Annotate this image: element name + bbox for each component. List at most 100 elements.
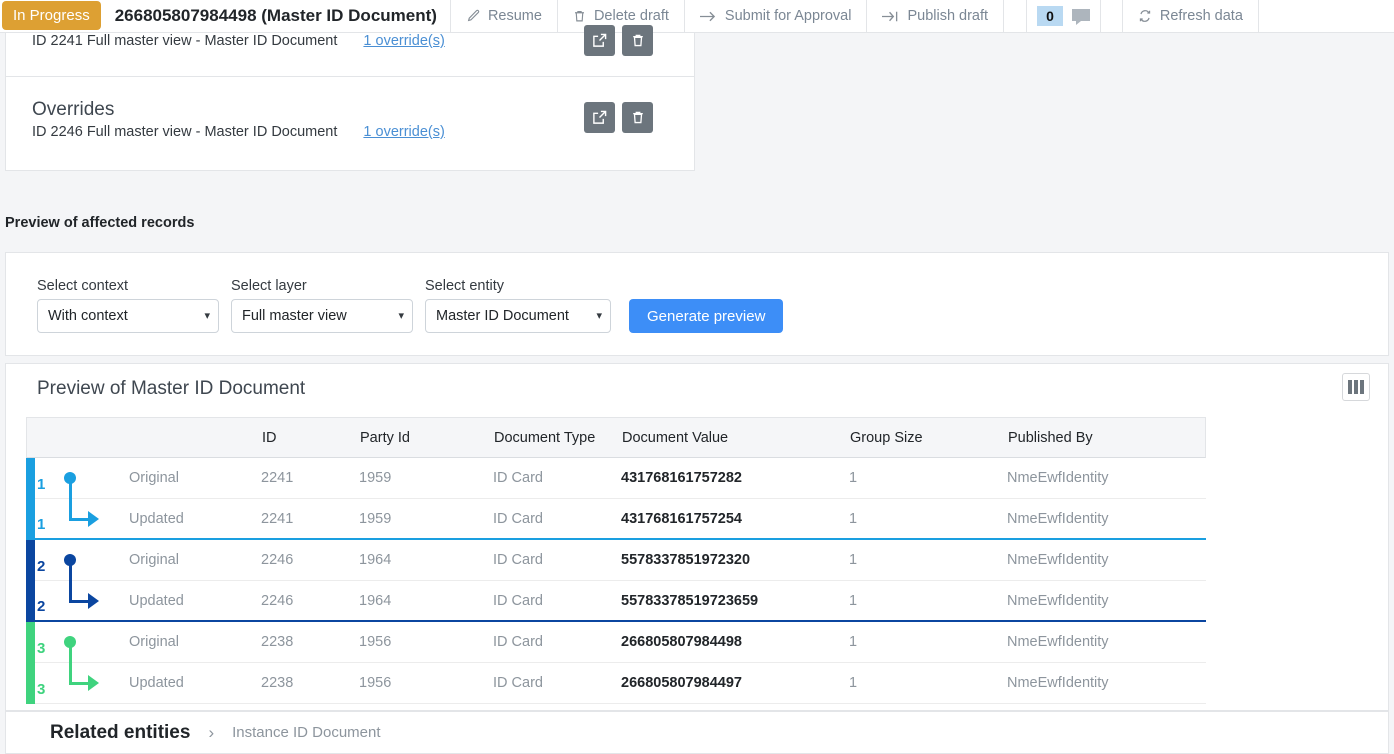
- column-header-document-value: Document Value: [622, 429, 729, 446]
- cell-party-id: 1964: [359, 592, 392, 609]
- context-value: With context: [48, 308, 128, 324]
- table-row[interactable]: 3 Original 2238 1956 ID Card 266805807984498 1…: [26, 622, 1206, 666]
- column-header-published-by: Published By: [1008, 429, 1093, 446]
- override-row-second: Overrides ID 2246 Full master view - Mas…: [6, 76, 694, 170]
- resume-label: Resume: [487, 8, 542, 24]
- cell-published-by: NmeEwfIdentity: [1007, 592, 1109, 609]
- layer-label: Select layer: [231, 278, 307, 294]
- cell-party-id: 1956: [359, 675, 392, 691]
- toolbar-actions: Resume Delete draft Submit for Approval …: [449, 0, 1005, 32]
- cell-kind: Original: [129, 470, 179, 486]
- preview-title: Preview of Master ID Document: [37, 378, 306, 399]
- open-override-button[interactable]: [584, 25, 615, 56]
- override-row-top: ID 2241 Full master view - Master ID Doc…: [6, 25, 694, 76]
- entity-select[interactable]: Master ID Document ▾: [425, 299, 611, 333]
- cell-group-size: 1: [849, 510, 858, 527]
- group-number: 2: [37, 598, 46, 615]
- publish-draft-label: Publish draft: [907, 8, 989, 24]
- comments-button[interactable]: 0: [1026, 0, 1101, 32]
- arrow-to-end-icon: [882, 10, 899, 23]
- table-row[interactable]: 2 Original 2246 1964 ID Card 5578337851972320…: [26, 540, 1206, 584]
- chevron-down-icon: ▾: [398, 309, 404, 322]
- resume-button[interactable]: Resume: [449, 0, 558, 32]
- cell-document-value: 266805807984498: [621, 634, 742, 650]
- group-number: 1: [37, 476, 46, 493]
- table-row[interactable]: 1 Original 2241 1959 ID Card 431768161757282 1…: [26, 458, 1206, 502]
- cell-kind: Updated: [129, 675, 184, 691]
- cell-document-type: ID Card: [493, 592, 543, 609]
- submit-for-approval-label: Submit for Approval: [724, 8, 852, 24]
- columns-settings-icon[interactable]: [1342, 373, 1370, 401]
- cell-document-type: ID Card: [493, 470, 543, 486]
- table-header-row: ID Party Id Document Type Document Value…: [26, 417, 1206, 458]
- comment-bubble-icon: [1071, 9, 1090, 25]
- delete-override-button[interactable]: [622, 25, 653, 56]
- submit-for-approval-button[interactable]: Submit for Approval: [683, 0, 868, 32]
- filters-panel: Select context With context ▾ Select lay…: [5, 252, 1389, 356]
- related-entities-bar: Related entities › Instance ID Document: [5, 711, 1389, 754]
- cell-group-size: 1: [849, 592, 858, 609]
- affected-records-label: Preview of affected records: [5, 215, 195, 231]
- table-row[interactable]: 1 Updated 2241 1959 ID Card 431768161757254 1 N…: [26, 499, 1206, 540]
- column-header-party-id: Party Id: [360, 429, 410, 446]
- group-rail: [26, 622, 35, 663]
- toolbar-spacer-1: [1004, 0, 1026, 32]
- preview-panel: Preview of Master ID Document ID Party I…: [5, 363, 1389, 711]
- pencil-icon: [466, 9, 480, 23]
- cell-id: 2238: [261, 675, 294, 691]
- cell-group-size: 1: [849, 675, 858, 691]
- table-row[interactable]: 3 Updated 2238 1956 ID Card 266805807984497 1 N…: [26, 663, 1206, 704]
- cell-kind: Original: [129, 634, 179, 650]
- override-description: ID 2241 Full master view - Master ID Doc…: [32, 33, 338, 49]
- cell-document-type: ID Card: [493, 675, 543, 691]
- cell-id: 2246: [261, 592, 294, 609]
- entity-value: Master ID Document: [436, 308, 569, 324]
- generate-preview-button[interactable]: Generate preview: [629, 299, 784, 333]
- publish-draft-button[interactable]: Publish draft: [866, 0, 1005, 32]
- group-rail: [26, 458, 35, 499]
- column-header-document-type: Document Type: [494, 429, 596, 446]
- cell-document-value: 431768161757282: [621, 470, 742, 486]
- cell-document-type: ID Card: [493, 510, 543, 527]
- group-rail: [26, 663, 35, 704]
- delete-override-button[interactable]: [622, 102, 653, 133]
- cell-document-type: ID Card: [493, 552, 543, 568]
- refresh-icon: [1138, 9, 1152, 23]
- entity-label: Select entity: [425, 278, 504, 294]
- delete-draft-label: Delete draft: [593, 8, 669, 24]
- chevron-down-icon: ▾: [204, 309, 210, 322]
- cell-kind: Original: [129, 552, 179, 568]
- context-field: Select context With context ▾: [37, 278, 219, 333]
- layer-value: Full master view: [242, 308, 347, 324]
- chevron-right-icon: ›: [208, 722, 215, 742]
- cell-id: 2246: [261, 552, 294, 568]
- table-row[interactable]: 2 Updated 2246 1964 ID Card 55783378519723659…: [26, 581, 1206, 622]
- cell-published-by: NmeEwfIdentity: [1007, 634, 1109, 650]
- cell-group-size: 1: [849, 470, 858, 486]
- cell-document-value: 5578337851972320: [621, 552, 751, 568]
- cell-document-value: 55783378519723659: [621, 592, 759, 609]
- group-number: 3: [37, 681, 46, 698]
- arrow-right-icon: [699, 10, 717, 23]
- page-title: 266805807984498 (Master ID Document): [114, 6, 437, 25]
- context-select[interactable]: With context ▾: [37, 299, 219, 333]
- group-rail: [26, 581, 35, 622]
- related-entity-instance-id-document[interactable]: Instance ID Document: [232, 724, 380, 741]
- cell-published-by: NmeEwfIdentity: [1007, 470, 1109, 486]
- layer-select[interactable]: Full master view ▾: [231, 299, 413, 333]
- related-entities-title: Related entities: [50, 721, 191, 743]
- open-override-button[interactable]: [584, 102, 615, 133]
- cell-kind: Updated: [129, 510, 184, 527]
- cell-published-by: NmeEwfIdentity: [1007, 675, 1109, 691]
- toolbar-spacer-2: [1101, 0, 1123, 32]
- override-count-link[interactable]: 1 override(s): [363, 33, 444, 49]
- refresh-data-button[interactable]: Refresh data: [1121, 0, 1259, 32]
- group-rail: [26, 499, 35, 540]
- entity-field: Select entity Master ID Document ▾: [425, 278, 611, 333]
- layer-field: Select layer Full master view ▾: [231, 278, 413, 333]
- cell-document-value: 431768161757254: [621, 510, 742, 527]
- cell-document-type: ID Card: [493, 634, 543, 650]
- override-count-link[interactable]: 1 override(s): [363, 124, 444, 140]
- top-toolbar: In Progress 266805807984498 (Master ID D…: [0, 0, 1394, 33]
- cell-party-id: 1959: [359, 510, 392, 527]
